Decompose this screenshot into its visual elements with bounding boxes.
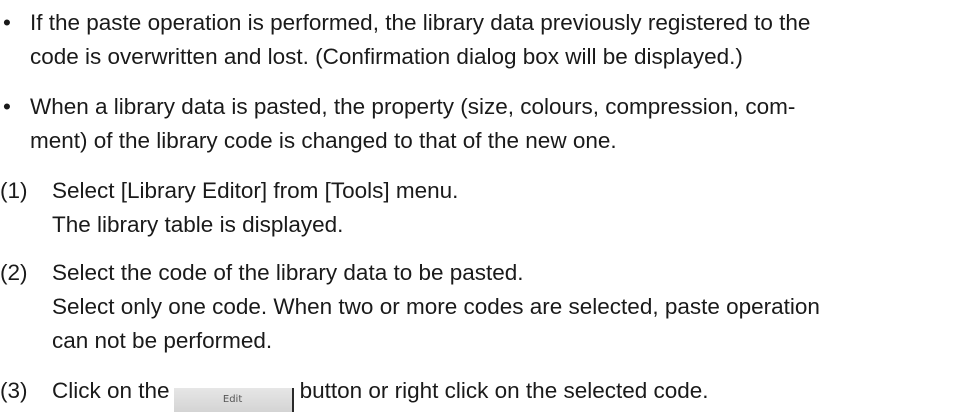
step-1: (1) Select [Library Editor] from [Tools]… [0,174,940,242]
step-line: The library table is displayed. [52,212,344,237]
step-number: (3) [0,378,28,403]
bullet-line: If the paste operation is performed, the… [30,10,811,35]
step-text-after: button or right click on the selected co… [299,378,709,403]
step-line: Click on the Edit button or right click on… [52,374,940,412]
step-text-before: Click on the [52,378,170,403]
step-body: Click on the Edit button or right click on… [52,374,940,412]
step-line: Select [Library Editor] from [Tools] men… [52,178,459,203]
edit-button-image: Edit [173,388,294,412]
bullet-mark: • [3,10,11,35]
step-number: (1) [0,178,28,203]
bullet-line: ment) of the library code is changed to … [30,128,617,153]
bullet-text: If the paste operation is performed, the… [30,6,940,74]
step-line: can not be performed. [52,328,273,353]
step-number: (2) [0,260,28,285]
bullet-line: When a library data is pasted, the prope… [30,94,796,119]
bullet-item-overwrite-warning: • If the paste operation is performed, t… [0,6,940,74]
step-body: Select [Library Editor] from [Tools] men… [52,174,940,242]
bullet-text: When a library data is pasted, the prope… [30,90,940,158]
step-3: (3) Click on the Edit button or right clic… [0,374,940,412]
bullet-mark: • [3,94,11,119]
bullet-line: code is overwritten and lost. (Confirmat… [30,44,743,69]
step-line: Select the code of the library data to b… [52,260,524,285]
bullet-item-property-change: • When a library data is pasted, the pro… [0,90,940,158]
step-body: Select the code of the library data to b… [52,256,940,358]
manual-page: • If the paste operation is performed, t… [0,0,958,412]
step-line: Select only one code. When two or more c… [52,294,820,319]
step-2: (2) Select the code of the library data … [0,256,940,358]
